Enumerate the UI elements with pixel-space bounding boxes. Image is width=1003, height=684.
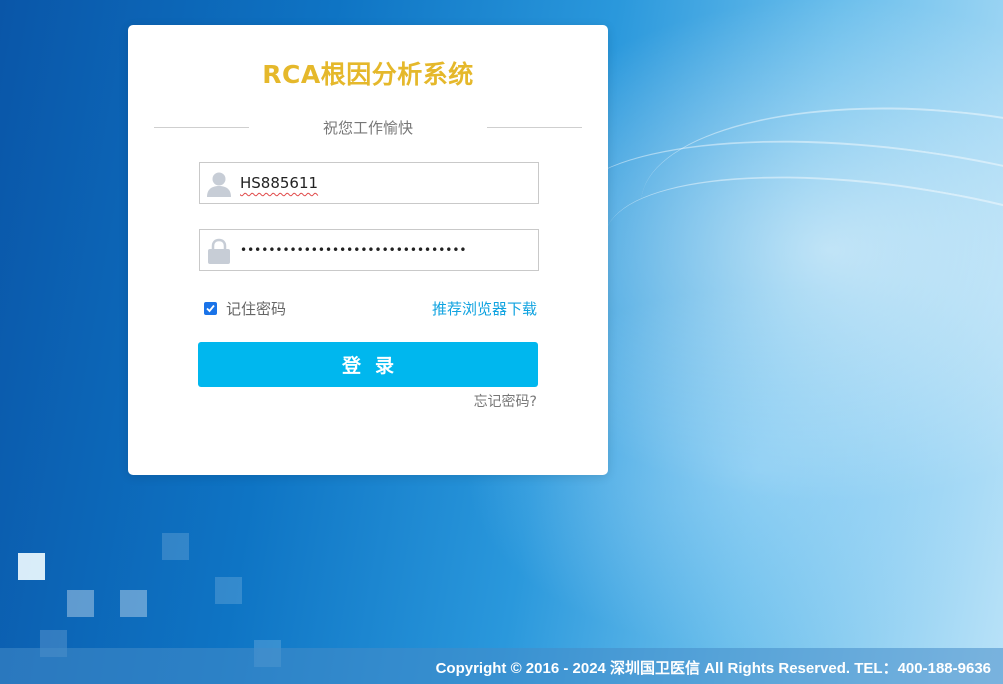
remember-password-checkbox[interactable]	[204, 302, 217, 315]
user-icon	[206, 170, 232, 198]
decorative-square	[18, 553, 45, 580]
username-input[interactable]: HS885611	[240, 163, 530, 203]
forgot-password-link[interactable]: 忘记密码?	[474, 391, 537, 411]
remember-password-label: 记住密码	[226, 300, 287, 318]
login-card: RCA根因分析系统 祝您工作愉快 HS885611 ••••••••••••••…	[128, 25, 608, 475]
copyright-text: Copyright © 2016 - 2024 深圳国卫医信 All Right…	[435, 660, 991, 677]
footer-bar: Copyright © 2016 - 2024 深圳国卫医信 All Right…	[0, 648, 1003, 684]
password-masked-value: ••••••••••••••••••••••••••••••••	[240, 243, 467, 257]
decorative-square	[120, 590, 147, 617]
recommended-browser-link[interactable]: 推荐浏览器下载	[432, 298, 537, 319]
decorative-square	[215, 577, 242, 604]
password-field[interactable]: ••••••••••••••••••••••••••••••••	[199, 229, 539, 271]
decorative-square	[162, 533, 189, 560]
username-value: HS885611	[240, 174, 319, 192]
decorative-square	[67, 590, 94, 617]
remember-password-row[interactable]: 记住密码	[204, 298, 286, 319]
login-button[interactable]: 登录	[198, 342, 538, 387]
system-title: RCA根因分析系统	[262, 60, 474, 89]
lock-icon	[206, 237, 232, 265]
right-divider	[487, 127, 582, 128]
password-input[interactable]: ••••••••••••••••••••••••••••••••	[240, 230, 530, 270]
login-page-background: RCA根因分析系统 祝您工作愉快 HS885611 ••••••••••••••…	[0, 0, 1003, 684]
username-field[interactable]: HS885611	[199, 162, 539, 204]
